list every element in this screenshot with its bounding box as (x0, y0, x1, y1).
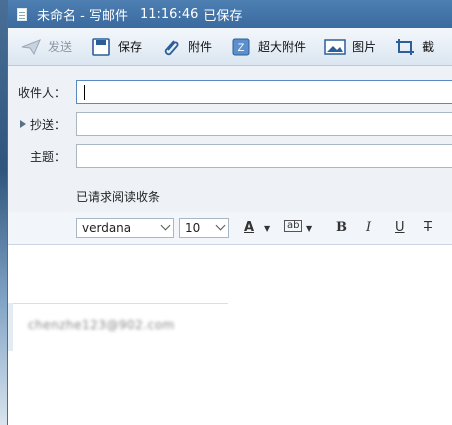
big-attachment-icon: Z (232, 38, 250, 55)
send-button[interactable]: 发送 (20, 38, 72, 56)
image-button[interactable]: 图片 (324, 38, 376, 56)
font-color-dropdown-icon[interactable]: ▼ (264, 224, 270, 233)
italic-button[interactable]: I (366, 220, 371, 235)
font-color-button[interactable]: A (244, 220, 254, 235)
strikethrough-button[interactable]: T (424, 220, 432, 235)
crop-icon (396, 38, 415, 55)
toolbar: 发送 保存 附件 Z 超大附件 图片 截 (8, 28, 452, 66)
to-row: 收件人： (8, 78, 452, 106)
document-icon (17, 7, 27, 21)
cc-row: 抄送： (8, 110, 452, 138)
subject-field[interactable] (76, 144, 452, 168)
attach-button[interactable]: 附件 (160, 38, 212, 56)
bold-button[interactable]: B (336, 220, 347, 235)
size-select[interactable]: 10 (179, 218, 229, 238)
paperclip-icon (164, 39, 179, 55)
chevron-down-icon (160, 220, 171, 231)
compose-window: 未命名 - 写邮件 11:16:46 已保存 发送 保存 附件 Z 超大附件 图… (7, 0, 452, 425)
to-label: 收件人： (17, 86, 66, 100)
bg-color-button[interactable]: ab (284, 220, 303, 232)
image-label: 图片 (352, 40, 377, 54)
read-receipt-bar: 已请求阅读收条 (8, 178, 452, 213)
save-label: 保存 (118, 40, 143, 54)
save-status: 已保存 (203, 8, 243, 24)
font-value: verdana (82, 221, 132, 235)
signature-divider (8, 303, 228, 304)
cc-field[interactable] (76, 112, 452, 136)
screenshot-button[interactable]: 截 (394, 38, 434, 56)
text-caret (84, 85, 85, 100)
font-select[interactable]: verdana (76, 218, 174, 238)
big-attach-button[interactable]: Z 超大附件 (230, 38, 306, 56)
signature-email: chenzhe123@902.com (28, 318, 175, 332)
chevron-down-icon (215, 220, 226, 231)
subject-row: 主题： (8, 142, 452, 170)
svg-text:Z: Z (238, 42, 245, 54)
signature-bar (8, 303, 13, 351)
save-button[interactable]: 保存 (90, 37, 143, 56)
size-value: 10 (185, 221, 201, 235)
title-bar: 未命名 - 写邮件 11:16:46 已保存 (8, 0, 452, 28)
screenshot-label: 截 (422, 40, 435, 54)
save-icon (92, 37, 110, 56)
format-toolbar: verdana 10 A ▼ ab ▼ B I U T (8, 212, 452, 245)
read-receipt-text[interactable]: 已请求阅读收条 (76, 188, 160, 205)
attach-label: 附件 (188, 40, 213, 54)
save-time: 11:16:46 (139, 6, 199, 22)
bg-color-dropdown-icon[interactable]: ▼ (306, 224, 312, 233)
window-title: 未命名 - 写邮件 (37, 8, 128, 24)
header-fields: 收件人： 抄送： 主题： (8, 66, 452, 179)
cc-label[interactable]: 抄送： (8, 116, 66, 133)
subject-label: 主题： (29, 150, 66, 164)
image-icon (324, 38, 346, 55)
big-attach-label: 超大附件 (258, 40, 307, 54)
message-body-editor[interactable]: chenzhe123@902.com (8, 245, 452, 425)
send-label: 发送 (48, 40, 73, 54)
to-field[interactable] (76, 80, 452, 104)
send-icon (21, 38, 41, 55)
underline-button[interactable]: U (395, 220, 405, 235)
